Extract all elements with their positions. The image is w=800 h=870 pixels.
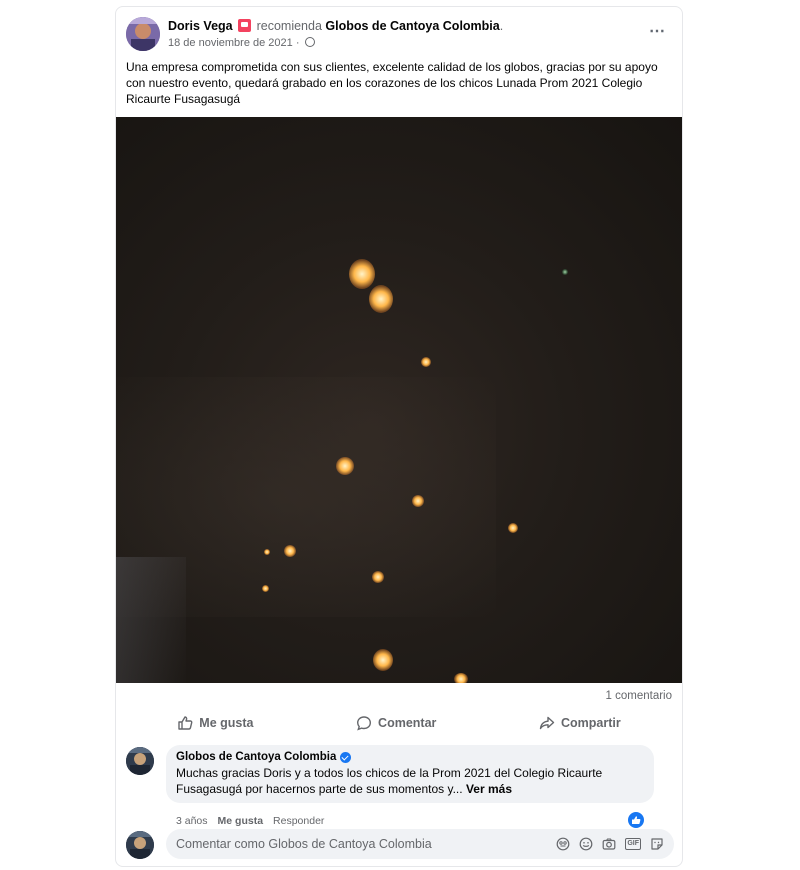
lantern <box>264 549 270 555</box>
post-text: Una empresa comprometida con sus cliente… <box>126 60 658 106</box>
author-name[interactable]: Doris Vega <box>168 19 233 33</box>
lantern <box>454 673 468 683</box>
like-reaction-icon[interactable] <box>628 812 644 828</box>
sticker-icon[interactable] <box>650 837 664 851</box>
emoji-icon[interactable] <box>579 837 593 851</box>
comment-button[interactable]: Comentar <box>356 710 436 736</box>
recommend-icon <box>238 19 252 32</box>
comment-reply-link[interactable]: Responder <box>273 815 324 827</box>
page-name-link[interactable]: Globos de Cantoya Colombia <box>325 19 499 33</box>
share-label: Compartir <box>560 716 621 730</box>
post-header: Doris Vega recomienda Globos de Cantoya … <box>126 17 672 53</box>
lantern <box>508 523 518 533</box>
share-icon <box>539 716 555 730</box>
comment-age[interactable]: 3 años <box>176 815 208 827</box>
comment-meta: 3 años Me gusta Responder <box>176 815 324 827</box>
lantern <box>349 259 375 289</box>
camera-icon[interactable] <box>602 837 616 851</box>
author-avatar[interactable] <box>126 17 160 51</box>
globe-icon <box>304 37 315 47</box>
commenter-name[interactable]: Globos de Cantoya Colombia <box>176 751 336 763</box>
comment-bubble: Globos de Cantoya Colombia Muchas gracia… <box>166 745 654 803</box>
avatar-sticker-icon[interactable] <box>556 837 570 851</box>
author-line: Doris Vega recomienda Globos de Cantoya … <box>168 19 503 33</box>
post-video[interactable] <box>116 117 682 683</box>
recommend-verb: recomienda <box>256 19 322 33</box>
post-date[interactable]: 18 de noviembre de 2021 · <box>168 37 315 49</box>
like-button[interactable]: Me gusta <box>177 710 253 736</box>
comment-item: Globos de Cantoya Colombia Muchas gracia… <box>126 745 672 828</box>
commenter-avatar[interactable] <box>126 747 154 775</box>
commenter-line: Globos de Cantoya Colombia <box>176 751 644 763</box>
lantern <box>284 545 296 557</box>
comment-input-placeholder: Comentar como Globos de Cantoya Colombia <box>176 837 432 851</box>
lantern <box>336 457 354 475</box>
verified-icon <box>340 751 352 763</box>
composer-avatar[interactable] <box>126 831 154 859</box>
action-bar: Me gusta Comentar Compartir <box>126 710 672 736</box>
comment-text: Muchas gracias Doris y a todos los chico… <box>176 766 603 796</box>
lantern <box>562 269 568 275</box>
gif-icon[interactable]: GIF <box>625 838 641 850</box>
like-label: Me gusta <box>199 716 254 730</box>
like-icon <box>178 716 193 730</box>
lantern <box>372 571 384 583</box>
share-button[interactable]: Compartir <box>539 710 621 736</box>
video-edge-glare <box>116 557 186 683</box>
comment-label: Comentar <box>378 716 437 730</box>
comment-like-link[interactable]: Me gusta <box>218 815 264 827</box>
lantern <box>421 357 431 367</box>
comment-count[interactable]: 1 comentario <box>606 690 672 702</box>
more-icon[interactable]: ⋯ <box>649 21 666 41</box>
page-name-suffix: . <box>499 19 504 33</box>
lantern <box>373 649 393 671</box>
see-more-link[interactable]: Ver más <box>466 782 512 796</box>
comment-icon <box>357 716 372 731</box>
comment-text-block: Muchas gracias Doris y a todos los chico… <box>176 765 644 797</box>
lantern <box>369 285 393 313</box>
post-date-text[interactable]: 18 de noviembre de 2021 · <box>168 37 299 49</box>
comment-composer: Comentar como Globos de Cantoya Colombia… <box>126 829 674 861</box>
comment-input[interactable]: Comentar como Globos de Cantoya Colombia… <box>166 829 674 859</box>
lantern <box>412 495 424 507</box>
post-card: Doris Vega recomienda Globos de Cantoya … <box>115 6 683 867</box>
lantern <box>262 585 269 592</box>
